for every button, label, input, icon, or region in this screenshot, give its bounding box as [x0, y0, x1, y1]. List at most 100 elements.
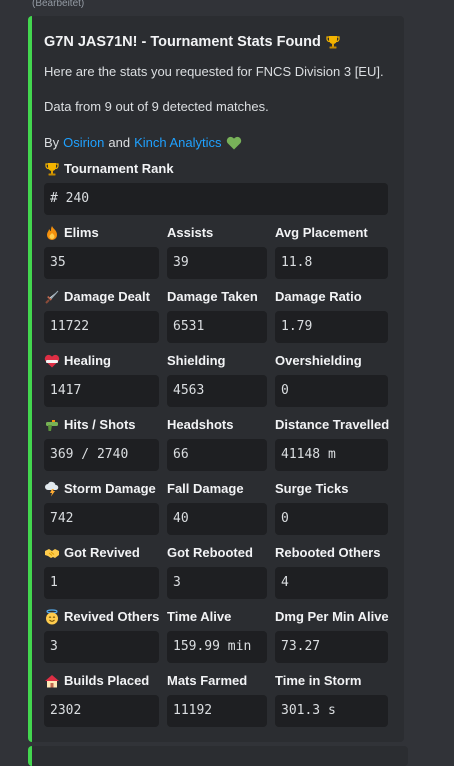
- field-value: 3: [167, 567, 267, 599]
- stat-field: Revived Others 3: [44, 608, 159, 663]
- field-name: Damage Dealt: [44, 288, 159, 306]
- field-name-text: Damage Ratio: [275, 289, 362, 304]
- edited-label: (Bearbeitet): [32, 0, 85, 9]
- field-value: 1.79: [275, 311, 388, 343]
- stat-field: Builds Placed 2302: [44, 672, 159, 727]
- field-name-text: Headshots: [167, 417, 234, 432]
- field-value: 73.27: [275, 631, 388, 663]
- field-name-text: Got Rebooted: [167, 545, 253, 560]
- embed-credits: By Osirion and Kinch Analytics: [44, 135, 242, 150]
- credits-prefix: By: [44, 135, 60, 150]
- stat-field: Fall Damage 40: [167, 480, 267, 535]
- field-value: 1: [44, 567, 159, 599]
- field-value: 35: [44, 247, 159, 279]
- field-value: 159.99 min: [167, 631, 267, 663]
- dagger-icon: [44, 289, 60, 305]
- embed-title-text: G7N JAS71N! - Tournament Stats Found: [44, 34, 321, 50]
- field-name: Healing: [44, 352, 159, 370]
- field-name-text: Assists: [167, 225, 214, 240]
- field-name: Got Rebooted: [167, 544, 267, 562]
- stat-field: Hits / Shots 369 / 2740: [44, 416, 159, 471]
- field-value: 1417: [44, 375, 159, 407]
- stat-field: Assists 39: [167, 224, 267, 279]
- field-value: 0: [275, 375, 388, 407]
- field-name: Fall Damage: [167, 480, 267, 498]
- kinch-analytics-link[interactable]: Kinch Analytics: [134, 135, 221, 150]
- stat-field: Rebooted Others 4: [275, 544, 388, 599]
- field-name-text: Time Alive: [167, 609, 232, 624]
- stat-field: Storm Damage 742: [44, 480, 159, 535]
- trophy-icon: [325, 34, 341, 50]
- field-name: Assists: [167, 224, 267, 242]
- field-value: 66: [167, 439, 267, 471]
- field-name-text: Surge Ticks: [275, 481, 349, 496]
- field-value: 4563: [167, 375, 267, 407]
- field-value: 39: [167, 247, 267, 279]
- field-name: Dmg Per Min Alive: [275, 608, 389, 626]
- next-embed-edge: [28, 746, 408, 766]
- field-value: 11722: [44, 311, 159, 343]
- green-heart-icon: [226, 136, 242, 150]
- stat-field: Damage Taken 6531: [167, 288, 267, 343]
- field-name-text: Dmg Per Min Alive: [275, 609, 389, 624]
- field-name-text: Mats Farmed: [167, 673, 248, 688]
- handshake-icon: [44, 545, 60, 561]
- field-name-text: Time in Storm: [275, 673, 362, 688]
- field-value: 41148 m: [275, 439, 388, 471]
- stat-field: Got Revived 1: [44, 544, 159, 599]
- field-value: 0: [275, 503, 388, 535]
- field-name: Elims: [44, 224, 159, 242]
- field-name-text: Got Revived: [64, 545, 140, 560]
- field-name: Avg Placement: [275, 224, 388, 242]
- field-name: Got Revived: [44, 544, 159, 562]
- trophy-icon: [44, 161, 60, 177]
- embed-description-line1: Here are the stats you requested for FNC…: [44, 64, 384, 79]
- field-name: Hits / Shots: [44, 416, 159, 434]
- credits-and: and: [108, 135, 131, 150]
- stat-field: Elims 35: [44, 224, 159, 279]
- field-name-text: Builds Placed: [64, 673, 150, 688]
- stat-field: Surge Ticks 0: [275, 480, 388, 535]
- field-name: Damage Ratio: [275, 288, 388, 306]
- field-name: Headshots: [167, 416, 267, 434]
- osirion-link[interactable]: Osirion: [63, 135, 104, 150]
- field-name: Revived Others: [44, 608, 159, 626]
- field-name: Distance Travelled: [275, 416, 389, 434]
- stat-field: Damage Dealt 11722: [44, 288, 159, 343]
- stats-embed: G7N JAS71N! - Tournament Stats Found Her…: [28, 16, 404, 742]
- field-name-text: Elims: [64, 225, 99, 240]
- field-value: 11192: [167, 695, 267, 727]
- stat-field: Got Rebooted 3: [167, 544, 267, 599]
- field-value: 3: [44, 631, 159, 663]
- stat-field: Time in Storm 301.3 s: [275, 672, 388, 727]
- field-name: Time in Storm: [275, 672, 388, 690]
- field-name: Surge Ticks: [275, 480, 388, 498]
- stat-field: Dmg Per Min Alive 73.27: [275, 608, 389, 663]
- field-name: Overshielding: [275, 352, 388, 370]
- field-name: Damage Taken: [167, 288, 267, 306]
- storm-cloud-icon: [44, 481, 60, 497]
- field-value: 11.8: [275, 247, 388, 279]
- field-name: Time Alive: [167, 608, 267, 626]
- field-name: Tournament Rank: [44, 160, 388, 178]
- field-name-text: Overshielding: [275, 353, 362, 368]
- stat-field: Mats Farmed 11192: [167, 672, 267, 727]
- stat-field: Overshielding 0: [275, 352, 388, 407]
- field-name-text: Damage Dealt: [64, 289, 150, 304]
- halo-face-icon: [44, 609, 60, 625]
- field-name-text: Revived Others: [64, 609, 160, 624]
- field-value: 40: [167, 503, 267, 535]
- embed-title: G7N JAS71N! - Tournament Stats Found: [44, 34, 341, 50]
- stat-field: Avg Placement 11.8: [275, 224, 388, 279]
- stat-field: Shielding 4563: [167, 352, 267, 407]
- field-value: 742: [44, 503, 159, 535]
- water-pistol-icon: [44, 417, 60, 433]
- stat-field: Distance Travelled 41148 m: [275, 416, 389, 471]
- field-name-text: Rebooted Others: [275, 545, 381, 560]
- field-name: Shielding: [167, 352, 267, 370]
- field-name: Builds Placed: [44, 672, 159, 690]
- field-value: 2302: [44, 695, 159, 727]
- field-name: Mats Farmed: [167, 672, 267, 690]
- stat-field: Headshots 66: [167, 416, 267, 471]
- field-value: 369 / 2740: [44, 439, 159, 471]
